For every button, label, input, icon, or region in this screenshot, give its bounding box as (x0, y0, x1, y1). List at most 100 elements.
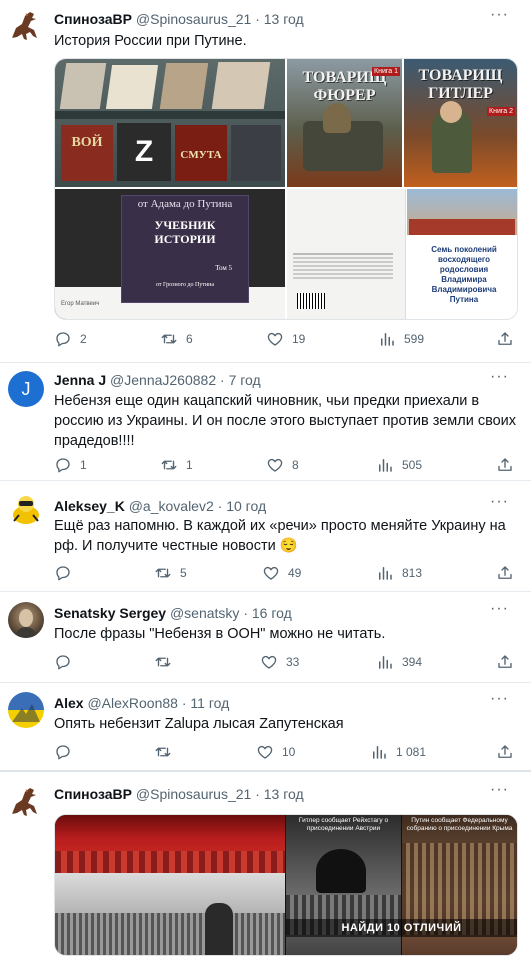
avatar[interactable] (8, 602, 44, 638)
retweet-button[interactable] (154, 741, 180, 763)
retweet-button[interactable] (154, 651, 180, 673)
reply-button[interactable] (54, 651, 80, 673)
tweet[interactable]: Aleksey_K @a_kovalev2 · 10 год ··· Ещё р… (0, 481, 531, 591)
tweet-media[interactable]: ВОЙ Z СМУТА от Адама до Путина УЧЕБНИК И… (54, 58, 518, 320)
retweet-button[interactable]: 1 (160, 454, 193, 476)
retweet-icon (160, 456, 178, 474)
avatar[interactable] (8, 784, 44, 820)
reply-button[interactable] (54, 562, 80, 584)
timestamp[interactable]: 13 год (264, 786, 304, 802)
author-name[interactable]: Alex (54, 695, 84, 711)
tweet[interactable]: J Jenna J @JennaJ260882 · 7 год ··· Небе… (0, 363, 531, 480)
tweet[interactable]: СпинозаВР @Spinosaurus_21 · 13 год ··· Г… (0, 772, 531, 956)
more-icon[interactable]: ··· (490, 600, 509, 618)
retweet-button[interactable]: 5 (154, 562, 187, 584)
like-count: 19 (292, 332, 306, 346)
timestamp[interactable]: 13 год (264, 11, 304, 27)
rally-photo (55, 873, 285, 955)
bookshelf-photo: ВОЙ Z СМУТА (55, 59, 285, 187)
author-handle[interactable]: @Spinosaurus_21 (136, 786, 251, 802)
textbook-subtitle: от Грозного до Путина (155, 282, 215, 288)
like-count: 49 (288, 566, 302, 580)
tweet[interactable]: СпинозаВР @Spinosaurus_21 · 13 год ··· И… (0, 0, 531, 362)
share-icon (496, 743, 514, 761)
avatar[interactable]: J (8, 371, 44, 407)
author-handle[interactable]: @a_kovalev2 (129, 498, 214, 514)
views-icon (378, 330, 396, 348)
back-cover-text: Семь поколений восходящего родословия Вл… (431, 245, 497, 304)
retweet-count: 1 (186, 458, 193, 472)
views-button[interactable]: 599 (378, 328, 424, 350)
author-name[interactable]: Aleksey_K (54, 498, 125, 514)
more-icon[interactable]: ··· (490, 781, 509, 799)
author-name[interactable]: Jenna J (54, 372, 106, 388)
timestamp[interactable]: 16 год (252, 605, 292, 621)
like-count: 10 (282, 745, 296, 759)
timestamp[interactable]: 11 год (190, 695, 229, 711)
share-button[interactable] (496, 651, 514, 673)
reply-button[interactable]: 1 (54, 454, 87, 476)
views-button[interactable]: 813 (376, 562, 422, 584)
share-button[interactable] (496, 562, 514, 584)
like-button[interactable]: 49 (262, 562, 301, 584)
views-button[interactable]: 394 (376, 651, 422, 673)
share-icon (496, 653, 514, 671)
author-name[interactable]: СпинозаВР (54, 786, 132, 802)
reply-icon (54, 330, 72, 348)
views-icon (370, 743, 388, 761)
timestamp[interactable]: 7 год (229, 372, 261, 388)
avatar[interactable] (8, 491, 44, 527)
like-button[interactable]: 8 (266, 454, 299, 476)
share-icon (496, 330, 514, 348)
heart-icon (256, 743, 274, 761)
views-button[interactable]: 505 (376, 454, 422, 476)
tweet-text: После фразы "Небензя в ООН" можно не чит… (54, 626, 386, 642)
timestamp[interactable]: 10 год (226, 498, 266, 514)
like-button[interactable]: 10 (256, 741, 295, 763)
tweet-media[interactable]: Гитлер сообщает Рейхстагу о присоединени… (54, 814, 518, 956)
views-icon (376, 653, 394, 671)
views-count: 505 (402, 458, 423, 472)
tweet[interactable]: Alex @AlexRoon88 · 11 год ··· Опять небе… (0, 683, 531, 770)
retweet-button[interactable]: 6 (160, 328, 193, 350)
views-count: 813 (402, 566, 423, 580)
more-icon[interactable]: ··· (490, 690, 509, 708)
author-handle[interactable]: @Spinosaurus_21 (136, 11, 251, 27)
share-button[interactable] (496, 741, 514, 763)
views-icon (376, 456, 394, 474)
tweet[interactable]: Senatsky Sergey @senatsky · 16 год ··· П… (0, 592, 531, 682)
tweet-text: Небензя еще один кацапский чиновник, чьи… (54, 393, 517, 449)
views-count: 599 (404, 332, 425, 346)
author-handle[interactable]: @JennaJ260882 (110, 372, 216, 388)
textbook-title: УЧЕБНИК ИСТОРИИ (154, 218, 216, 246)
reply-icon (54, 456, 72, 474)
reply-icon (54, 564, 72, 582)
avatar[interactable] (8, 692, 44, 728)
more-icon[interactable]: ··· (490, 493, 509, 511)
caption-left: Гитлер сообщает Рейхстагу о присоединени… (298, 817, 389, 832)
share-button[interactable] (496, 454, 514, 476)
author-handle[interactable]: @senatsky (170, 605, 239, 621)
more-icon[interactable]: ··· (490, 6, 509, 24)
author-name[interactable]: СпинозаВР (54, 11, 132, 27)
like-count: 8 (292, 458, 299, 472)
like-button[interactable]: 19 (266, 328, 305, 350)
views-button[interactable]: 1 081 (370, 741, 426, 763)
share-button[interactable] (496, 328, 514, 350)
reply-button[interactable]: 2 (54, 328, 87, 350)
find-differences-label: НАЙДИ 10 ОТЛИЧИЙ (286, 919, 517, 937)
flag-avatar-icon (12, 704, 40, 722)
book-cover: СМУТА (175, 125, 227, 181)
reply-icon (54, 743, 72, 761)
reply-button[interactable] (54, 741, 80, 763)
textbook-top-label: от Адама до Путина (137, 198, 233, 210)
author-handle[interactable]: @AlexRoon88 (87, 695, 178, 711)
more-icon[interactable]: ··· (490, 368, 509, 386)
like-button[interactable]: 33 (260, 651, 299, 673)
avatar[interactable] (8, 8, 44, 44)
author-caption: Егор Матвеич (61, 301, 100, 307)
author-name[interactable]: Senatsky Sergey (54, 605, 166, 621)
retweet-count: 5 (180, 566, 187, 580)
book-back-cover: Семь поколений восходящего родословия Вл… (287, 189, 517, 319)
reply-icon (54, 653, 72, 671)
